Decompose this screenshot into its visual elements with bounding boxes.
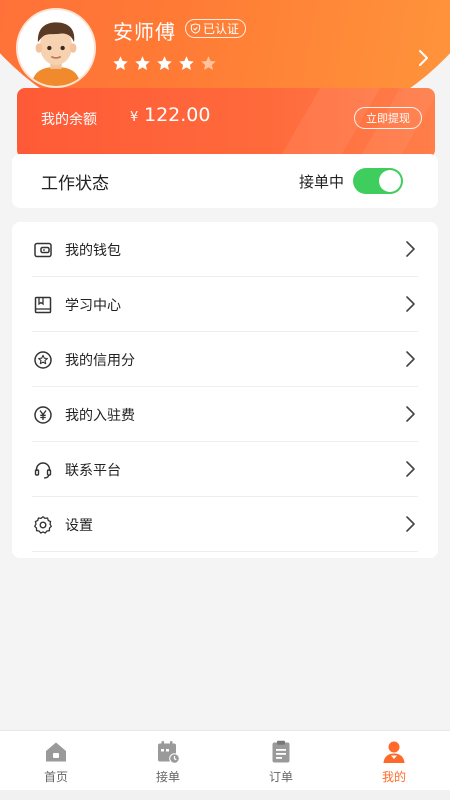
- chevron-right-icon: [406, 516, 415, 532]
- verified-badge: 已认证: [185, 19, 247, 38]
- work-status-title: 工作状态: [41, 174, 109, 194]
- nav-label: 接单: [155, 770, 180, 784]
- book-icon: [34, 296, 52, 314]
- user-icon: [383, 741, 405, 763]
- balance-amount: 122.00: [144, 104, 211, 126]
- nav-label: 订单: [268, 770, 293, 784]
- chevron-right-icon[interactable]: [417, 48, 431, 68]
- withdraw-button[interactable]: 立即提现: [354, 107, 422, 129]
- headset-icon: [34, 462, 52, 479]
- user-name: 安师傅: [113, 20, 176, 44]
- nav-label: 首页: [43, 770, 68, 784]
- menu-item-entry-fee[interactable]: 我的入驻费: [12, 387, 438, 442]
- work-status-text: 接单中: [299, 173, 345, 191]
- balance-label: 我的余额: [41, 112, 97, 128]
- menu-label: 设置: [65, 518, 93, 534]
- menu-item-contact-platform[interactable]: 联系平台: [12, 442, 438, 497]
- avatar-illustration: [18, 10, 94, 86]
- star-filled-icon: [157, 56, 172, 70]
- menu-label: 学习中心: [65, 298, 121, 314]
- chevron-right-icon: [406, 351, 415, 367]
- bottom-navigation: 首页 接单 订单 我的: [0, 730, 450, 790]
- menu-item-settings[interactable]: 设置: [12, 497, 438, 552]
- rating-stars: [112, 55, 217, 72]
- work-status-toggle[interactable]: [353, 168, 403, 194]
- menu-label: 我的钱包: [65, 243, 121, 259]
- star-badge-icon: [34, 351, 52, 369]
- wallet-icon: [34, 242, 52, 258]
- menu-item-learning[interactable]: 学习中心: [12, 277, 438, 332]
- star-filled-icon: [113, 56, 128, 70]
- menu-label: 我的信用分: [65, 353, 135, 369]
- menu-item-wallet[interactable]: 我的钱包: [12, 222, 438, 277]
- balance-card: 我的余额 ¥ 122.00 立即提现: [17, 88, 435, 158]
- yen-icon: [34, 406, 52, 424]
- nav-item-orders[interactable]: 订单: [225, 731, 337, 791]
- menu-list: 我的钱包 学习中心 我的信用分 我的入驻费 联系平台 设置: [12, 222, 438, 558]
- home-icon: [46, 742, 66, 762]
- clipboard-icon: [272, 740, 290, 763]
- divider: [32, 551, 418, 552]
- nav-item-mine[interactable]: 我的: [338, 731, 450, 791]
- avatar[interactable]: [16, 8, 96, 88]
- menu-label: 联系平台: [65, 463, 121, 479]
- star-empty-icon: [201, 56, 216, 70]
- toggle-knob: [379, 170, 401, 192]
- work-status-card: 工作状态 接单中: [12, 154, 438, 208]
- calendar-clock-icon: [158, 741, 180, 764]
- system-navigation-bar: [0, 790, 450, 800]
- nav-item-take-orders[interactable]: 接单: [112, 731, 224, 791]
- star-filled-icon: [135, 56, 150, 70]
- gear-icon: [34, 516, 52, 534]
- chevron-right-icon: [406, 296, 415, 312]
- verified-label: 已认证: [203, 22, 240, 36]
- chevron-right-icon: [406, 406, 415, 422]
- menu-label: 我的入驻费: [65, 408, 135, 424]
- menu-item-credit-score[interactable]: 我的信用分: [12, 332, 438, 387]
- shield-check-icon: [190, 23, 201, 34]
- nav-item-home[interactable]: 首页: [0, 731, 112, 791]
- chevron-right-icon: [406, 461, 415, 477]
- nav-label: 我的: [381, 770, 406, 784]
- chevron-right-icon: [406, 241, 415, 257]
- balance-currency: ¥: [130, 110, 139, 125]
- star-filled-icon: [179, 56, 194, 70]
